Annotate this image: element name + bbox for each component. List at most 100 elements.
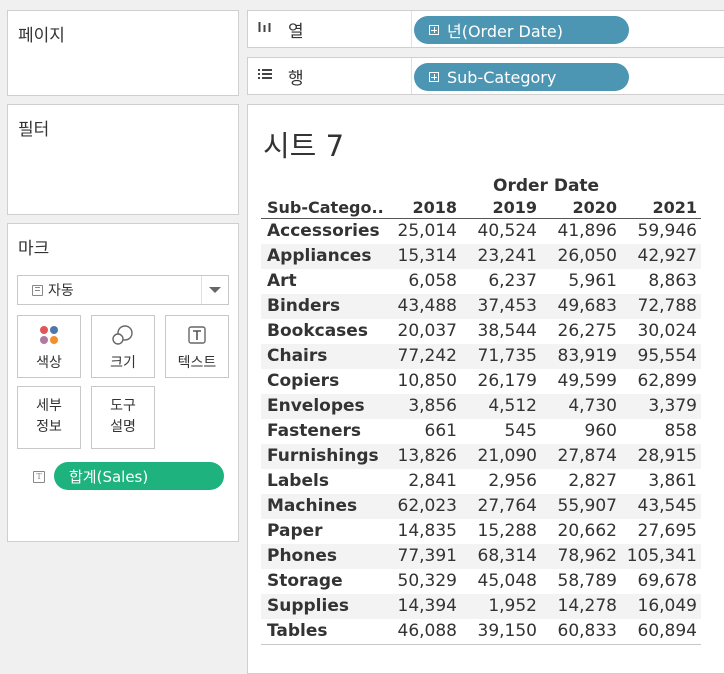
year-header[interactable]: 2020 (537, 197, 617, 218)
row-field-header[interactable]: Sub-Catego.. (267, 197, 384, 218)
year-header[interactable]: 2021 (617, 197, 697, 218)
sales-value-cell[interactable]: 39,150 (457, 619, 537, 644)
sales-value-cell[interactable]: 858 (617, 419, 697, 444)
table-row[interactable]: Binders 43,488 37,453 49,683 72,788 (261, 294, 701, 319)
year-header[interactable]: 2018 (377, 197, 457, 218)
table-row[interactable]: Appliances 15,314 23,241 26,050 42,927 (261, 244, 701, 269)
table-row[interactable]: Paper 14,835 15,288 20,662 27,695 (261, 519, 701, 544)
sales-value-cell[interactable]: 14,278 (537, 594, 617, 619)
sales-value-cell[interactable]: 21,090 (457, 444, 537, 469)
mark-type-dropdown[interactable]: 자동 (17, 275, 229, 305)
sales-value-cell[interactable]: 58,789 (537, 569, 617, 594)
sales-measure-pill[interactable]: 합계(Sales) (54, 462, 224, 490)
year-header[interactable]: 2019 (457, 197, 537, 218)
table-row[interactable]: Tables 46,088 39,150 60,833 60,894 (261, 619, 701, 645)
filters-shelf[interactable]: 필터 (7, 104, 239, 215)
sales-value-cell[interactable]: 27,874 (537, 444, 617, 469)
table-row[interactable]: Fasteners 661 545 960 858 (261, 419, 701, 444)
sales-value-cell[interactable]: 6,058 (377, 269, 457, 294)
columns-shelf[interactable]: 열 년(Order Date) (247, 10, 724, 48)
chevron-down-icon[interactable] (201, 276, 228, 304)
order-date-year-pill[interactable]: 년(Order Date) (414, 16, 629, 44)
sub-category-label[interactable]: Phones (267, 544, 337, 569)
sales-value-cell[interactable]: 68,314 (457, 544, 537, 569)
sales-value-cell[interactable]: 20,662 (537, 519, 617, 544)
sales-value-cell[interactable]: 62,899 (617, 369, 697, 394)
sales-value-cell[interactable]: 14,835 (377, 519, 457, 544)
sheet-title[interactable]: 시트 7 (263, 123, 344, 165)
sales-value-cell[interactable]: 15,288 (457, 519, 537, 544)
sales-value-cell[interactable]: 41,896 (537, 219, 617, 244)
sub-category-label[interactable]: Art (267, 269, 297, 294)
sales-value-cell[interactable]: 77,242 (377, 344, 457, 369)
order-date-header[interactable]: Order Date (493, 175, 599, 197)
rows-shelf[interactable]: 행 Sub-Category (247, 57, 724, 95)
color-button[interactable]: 색상 (17, 315, 81, 378)
size-button[interactable]: 크기 (91, 315, 155, 378)
sales-value-cell[interactable]: 105,341 (617, 544, 697, 569)
sub-category-label[interactable]: Accessories (267, 219, 380, 244)
sales-value-cell[interactable]: 27,764 (457, 494, 537, 519)
sales-value-cell[interactable]: 2,827 (537, 469, 617, 494)
sales-value-cell[interactable]: 8,863 (617, 269, 697, 294)
sales-value-cell[interactable]: 55,907 (537, 494, 617, 519)
sales-value-cell[interactable]: 40,524 (457, 219, 537, 244)
sales-value-cell[interactable]: 83,919 (537, 344, 617, 369)
expand-plus-icon[interactable] (429, 25, 439, 35)
sales-value-cell[interactable]: 69,678 (617, 569, 697, 594)
sub-category-label[interactable]: Appliances (267, 244, 371, 269)
sales-value-cell[interactable]: 20,037 (377, 319, 457, 344)
sales-value-cell[interactable]: 49,599 (537, 369, 617, 394)
sales-value-cell[interactable]: 38,544 (457, 319, 537, 344)
table-row[interactable]: Storage 50,329 45,048 58,789 69,678 (261, 569, 701, 594)
sub-category-label[interactable]: Binders (267, 294, 340, 319)
pages-shelf[interactable]: 페이지 (7, 10, 239, 96)
text-button[interactable]: 텍스트 (165, 315, 229, 378)
expand-plus-icon[interactable] (429, 72, 439, 82)
sales-value-cell[interactable]: 46,088 (377, 619, 457, 644)
sales-value-cell[interactable]: 42,927 (617, 244, 697, 269)
sales-value-cell[interactable]: 16,049 (617, 594, 697, 619)
sales-value-cell[interactable]: 25,014 (377, 219, 457, 244)
table-row[interactable]: Phones 77,391 68,314 78,962 105,341 (261, 544, 701, 569)
sub-category-label[interactable]: Supplies (267, 594, 349, 619)
sales-value-cell[interactable]: 960 (537, 419, 617, 444)
table-row[interactable]: Art 6,058 6,237 5,961 8,863 (261, 269, 701, 294)
sales-value-cell[interactable]: 77,391 (377, 544, 457, 569)
sub-category-label[interactable]: Machines (267, 494, 357, 519)
table-row[interactable]: Copiers 10,850 26,179 49,599 62,899 (261, 369, 701, 394)
sales-value-cell[interactable]: 60,894 (617, 619, 697, 644)
sales-value-cell[interactable]: 71,735 (457, 344, 537, 369)
sales-value-cell[interactable]: 6,237 (457, 269, 537, 294)
table-row[interactable]: Envelopes 3,856 4,512 4,730 3,379 (261, 394, 701, 419)
sales-value-cell[interactable]: 30,024 (617, 319, 697, 344)
sales-value-cell[interactable]: 15,314 (377, 244, 457, 269)
sales-value-cell[interactable]: 661 (377, 419, 457, 444)
table-row[interactable]: Furnishings 13,826 21,090 27,874 28,915 (261, 444, 701, 469)
sales-value-cell[interactable]: 78,962 (537, 544, 617, 569)
sales-value-cell[interactable]: 13,826 (377, 444, 457, 469)
sales-value-cell[interactable]: 4,512 (457, 394, 537, 419)
sales-value-cell[interactable]: 3,379 (617, 394, 697, 419)
sales-value-cell[interactable]: 59,946 (617, 219, 697, 244)
sales-value-cell[interactable]: 545 (457, 419, 537, 444)
sales-value-cell[interactable]: 4,730 (537, 394, 617, 419)
sales-value-cell[interactable]: 95,554 (617, 344, 697, 369)
sales-value-cell[interactable]: 49,683 (537, 294, 617, 319)
sales-value-cell[interactable]: 10,850 (377, 369, 457, 394)
sub-category-label[interactable]: Storage (267, 569, 343, 594)
sales-value-cell[interactable]: 45,048 (457, 569, 537, 594)
sub-category-label[interactable]: Fasteners (267, 419, 361, 444)
sales-value-cell[interactable]: 50,329 (377, 569, 457, 594)
sales-value-cell[interactable]: 26,275 (537, 319, 617, 344)
sub-category-label[interactable]: Tables (267, 619, 328, 644)
sub-category-label[interactable]: Chairs (267, 344, 327, 369)
sub-category-label[interactable]: Labels (267, 469, 329, 494)
detail-button[interactable]: 세부 정보 (17, 386, 81, 449)
sales-value-cell[interactable]: 2,841 (377, 469, 457, 494)
sales-value-cell[interactable]: 23,241 (457, 244, 537, 269)
sub-category-label[interactable]: Furnishings (267, 444, 379, 469)
sales-value-cell[interactable]: 62,023 (377, 494, 457, 519)
sales-value-cell[interactable]: 1,952 (457, 594, 537, 619)
sales-value-cell[interactable]: 2,956 (457, 469, 537, 494)
